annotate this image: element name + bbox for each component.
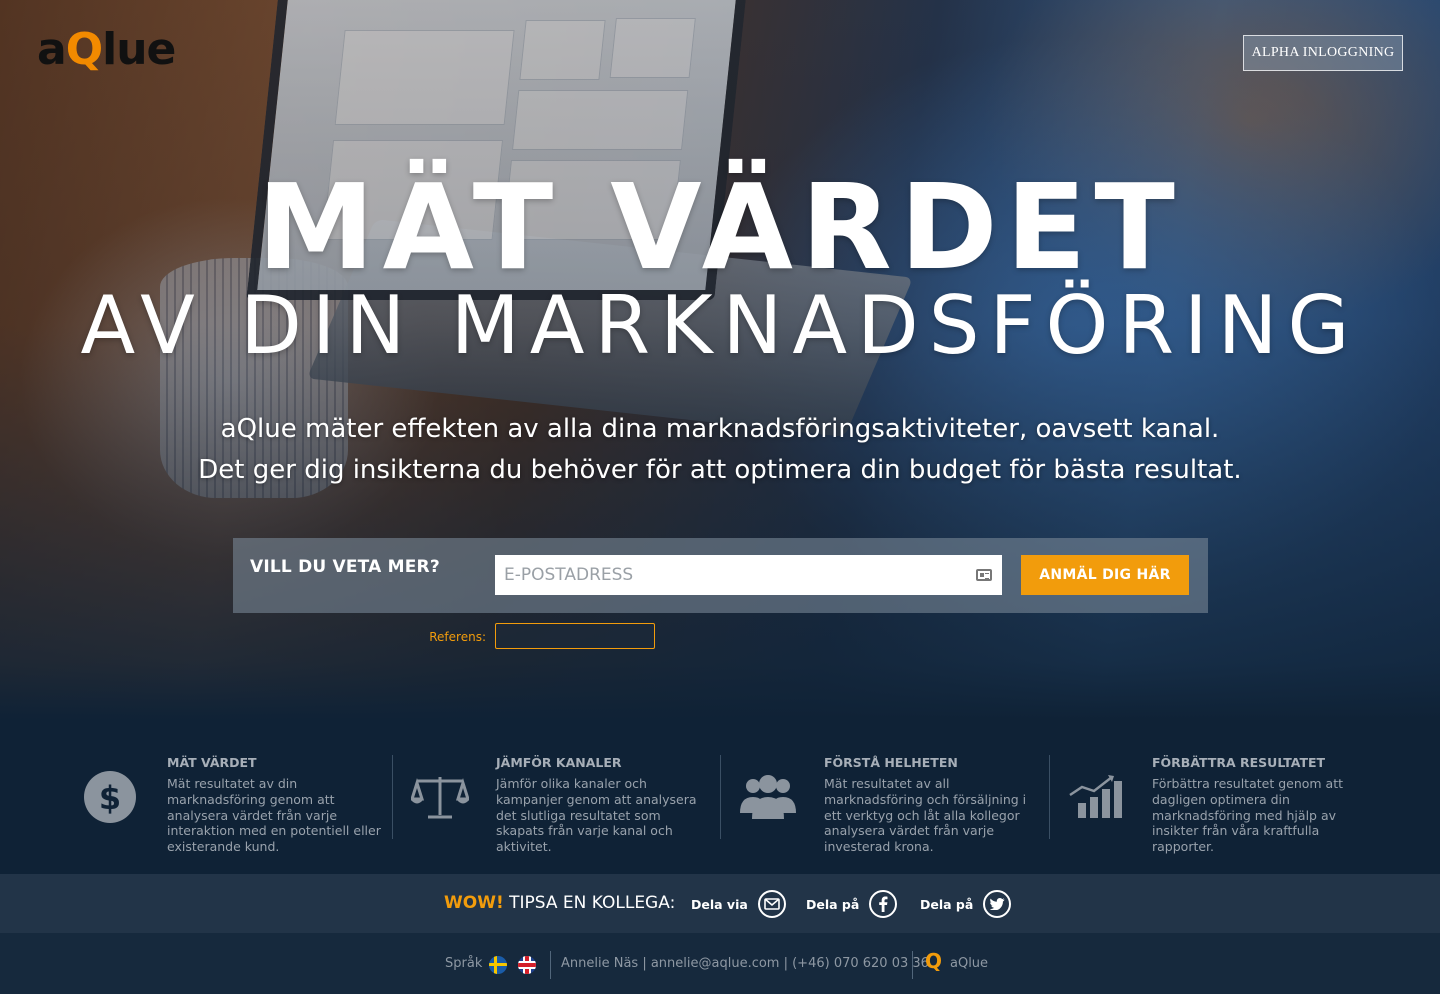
svg-text:$: $: [99, 779, 121, 817]
feature-text: Jämför olika kanaler och kampanjer genom…: [496, 776, 697, 855]
feature-text: Mät resultatet av din marknadsföring gen…: [167, 776, 381, 855]
signup-label: VILL DU VETA MER?: [250, 557, 440, 577]
hero-headline: MÄT VÄRDET: [257, 158, 1183, 296]
signup-submit-button[interactable]: ANMÄL DIG HÄR: [1021, 555, 1189, 595]
uk-flag-icon[interactable]: [518, 956, 536, 974]
twitter-icon: [983, 890, 1012, 918]
share-bar: WOW! TIPSA EN KOLLEGA: Dela via Dela på …: [0, 874, 1440, 933]
feature-title: MÄT VÄRDET: [167, 755, 257, 770]
footer-contact[interactable]: Annelie Näs | annelie@aqlue.com | (+46) …: [561, 956, 929, 971]
contact-card-icon: [976, 569, 992, 581]
aqlue-logo[interactable]: aQlue: [37, 24, 176, 75]
feature-text: Mät resultatet av all marknadsföring och…: [824, 776, 1027, 855]
hero-lead-line-2: Det ger dig insikterna du behöver för at…: [198, 455, 1242, 485]
features-section: $ MÄT VÄRDET Mät resultatet av din markn…: [0, 720, 1440, 874]
share-email-button[interactable]: Dela via: [691, 890, 786, 918]
feature-title: FÖRSTÅ HELHETEN: [824, 755, 958, 770]
dollar-icon: $: [84, 771, 136, 823]
share-title: WOW! TIPSA EN KOLLEGA:: [444, 893, 676, 913]
email-input[interactable]: [495, 555, 1002, 595]
swedish-flag-icon[interactable]: [489, 956, 507, 974]
referens-input[interactable]: [495, 623, 655, 649]
hero-subheadline: AV DIN MARKNADSFÖRING: [80, 279, 1360, 372]
signup-form: VILL DU VETA MER? ANMÄL DIG HÄR: [233, 538, 1208, 613]
facebook-icon: [869, 890, 898, 918]
feature-title: JÄMFÖR KANALER: [496, 755, 622, 770]
scale-icon: [411, 777, 469, 819]
feature-title: FÖRBÄTTRA RESULTATET: [1152, 755, 1326, 770]
referens-label: Referens:: [429, 630, 486, 644]
people-icon: [740, 775, 796, 819]
share-twitter-button[interactable]: Dela på: [920, 890, 1012, 918]
language-label: Språk: [445, 956, 483, 971]
hero-lead-line-1: aQlue mäter effekten av alla dina markna…: [220, 414, 1220, 444]
alpha-login-button[interactable]: ALPHA INLOGGNING: [1243, 35, 1403, 71]
chart-growth-icon: [1069, 775, 1122, 818]
feature-text: Förbättra resultatet genom att dagligen …: [1152, 776, 1343, 855]
email-icon: [757, 890, 786, 918]
hero-section: aQlue ALPHA INLOGGNING MÄT VÄRDET AV DIN…: [0, 0, 1440, 720]
footer: Språk Annelie Näs | annelie@aqlue.com | …: [0, 933, 1440, 994]
share-facebook-button[interactable]: Dela på: [806, 890, 898, 918]
footer-brand: aQlue: [950, 956, 989, 971]
aqlue-q-logo-icon: Q: [925, 949, 943, 973]
